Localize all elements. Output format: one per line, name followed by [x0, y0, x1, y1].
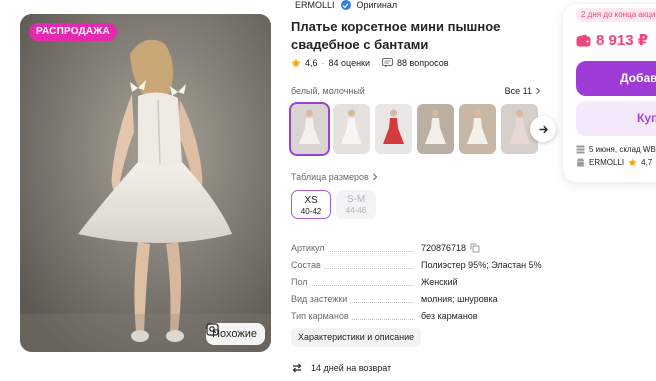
spec-row: Состав Полиэстер 95%; Эластан 5% [291, 256, 551, 273]
promo-countdown: 2 дня до конца акции [576, 8, 656, 22]
shop-icon [577, 158, 584, 167]
dress-thumbnail-image [299, 109, 320, 144]
spec-value: без карманов [421, 310, 478, 321]
return-label: 14 дней на возврат [311, 363, 392, 373]
dress-thumbnail-image [425, 109, 446, 144]
chevron-right-icon [536, 87, 541, 95]
spec-row: Тип карманов без карманов [291, 307, 551, 324]
seller-rating: 4,7 [641, 158, 653, 167]
dress-thumbnail-image [341, 109, 362, 144]
spec-key: Вид застежки [291, 293, 351, 304]
specs-table: Артикул 720876718 Состав Полиэстер 95%; … [291, 239, 551, 324]
product-main-image[interactable]: РАСПРОДАЖА Похожие [20, 14, 271, 352]
size-table-label: Таблица размеров [291, 172, 369, 182]
article-number: 720876718 [421, 242, 467, 253]
spec-row: Пол Женский [291, 273, 551, 290]
current-color: белый, молочный [291, 86, 365, 96]
color-thumbnail[interactable] [459, 104, 496, 154]
brand-link[interactable]: ERMOLLI [295, 0, 335, 10]
questions-label: 88 вопросов [397, 58, 449, 68]
all-colors-label: Все 11 [504, 86, 532, 96]
original-label: Оригинал [356, 0, 398, 10]
brand-row: ERMOLLI Оригинал [295, 0, 397, 11]
return-arrows-icon [292, 363, 302, 373]
rating-row: 4,6 · 84 оценки 88 вопросов [291, 58, 449, 68]
product-title: Платье корсетное мини пышное свадебное с… [291, 19, 501, 52]
size-ru: 44-46 [345, 206, 367, 215]
original-check-icon [340, 0, 351, 10]
spec-value: Женский [421, 276, 458, 287]
thumbnails-next-button[interactable] [530, 116, 556, 142]
buy-now-button[interactable]: Купить сейчас [576, 101, 656, 136]
spec-value: Полиэстер 95%; Эластан 5% [421, 259, 542, 270]
dress-photo [20, 14, 271, 352]
spec-row: Вид застежки молния; шнуровка [291, 290, 551, 307]
questions-icon [382, 58, 394, 68]
return-policy[interactable]: 14 дней на возврат [291, 362, 391, 374]
chevron-right-icon [372, 173, 378, 181]
size-label: XS [304, 195, 318, 206]
rating-separator: · [321, 58, 325, 68]
add-to-cart-button[interactable]: Добавить в корзину [576, 61, 656, 96]
all-colors-link[interactable]: Все 11 [505, 86, 541, 96]
similar-search-icon [206, 323, 219, 336]
description-button[interactable]: Характеристики и описание [291, 328, 422, 347]
color-thumbnail[interactable] [375, 104, 412, 154]
similar-products-button[interactable]: Похожие [206, 323, 265, 345]
size-option-s-m[interactable]: S-M 44-46 [336, 190, 376, 219]
size-label: S-M [346, 194, 366, 205]
price-value: 8 913 ₽ [596, 32, 649, 49]
reviews-link[interactable]: 84 оценки [329, 58, 371, 68]
spec-key: Состав [291, 259, 324, 270]
spec-row: Артикул 720876718 [291, 239, 551, 256]
warehouse-icon [576, 145, 585, 154]
spec-key: Артикул [291, 242, 328, 253]
arrow-right-icon [539, 125, 548, 133]
size-table-link[interactable]: Таблица размеров [291, 172, 378, 182]
color-thumbnails [289, 102, 538, 156]
star-icon [628, 158, 637, 167]
questions-link[interactable]: 88 вопросов [382, 58, 449, 68]
star-icon [291, 58, 301, 68]
color-thumbnail[interactable] [289, 102, 330, 156]
price: 8 913 ₽ [576, 31, 648, 49]
size-ru: 40-42 [300, 207, 322, 216]
delivery-text: 5 июня, склад WB [589, 145, 656, 154]
size-options: XS 40-42 S-M 44-46 [291, 190, 376, 219]
size-option-xs[interactable]: XS 40-42 [291, 190, 331, 219]
delivery-info: 5 июня, склад WB [576, 145, 656, 154]
copy-icon[interactable] [470, 243, 480, 253]
sale-badge: РАСПРОДАЖА [29, 23, 117, 41]
dress-thumbnail-image [467, 109, 488, 144]
seller-name: ERMOLLI [589, 158, 625, 167]
wallet-icon [576, 34, 591, 46]
dress-thumbnail-image [383, 109, 404, 144]
spec-value: молния; шнуровка [421, 293, 498, 304]
color-thumbnail[interactable] [417, 104, 454, 154]
spec-key: Тип карманов [291, 310, 352, 321]
spec-key: Пол [291, 276, 311, 287]
rating-value: 4,6 [305, 58, 318, 68]
color-row: белый, молочный Все 11 [291, 86, 541, 96]
color-thumbnail[interactable] [333, 104, 370, 154]
seller-info[interactable]: ERMOLLI 4,7 [576, 158, 652, 167]
